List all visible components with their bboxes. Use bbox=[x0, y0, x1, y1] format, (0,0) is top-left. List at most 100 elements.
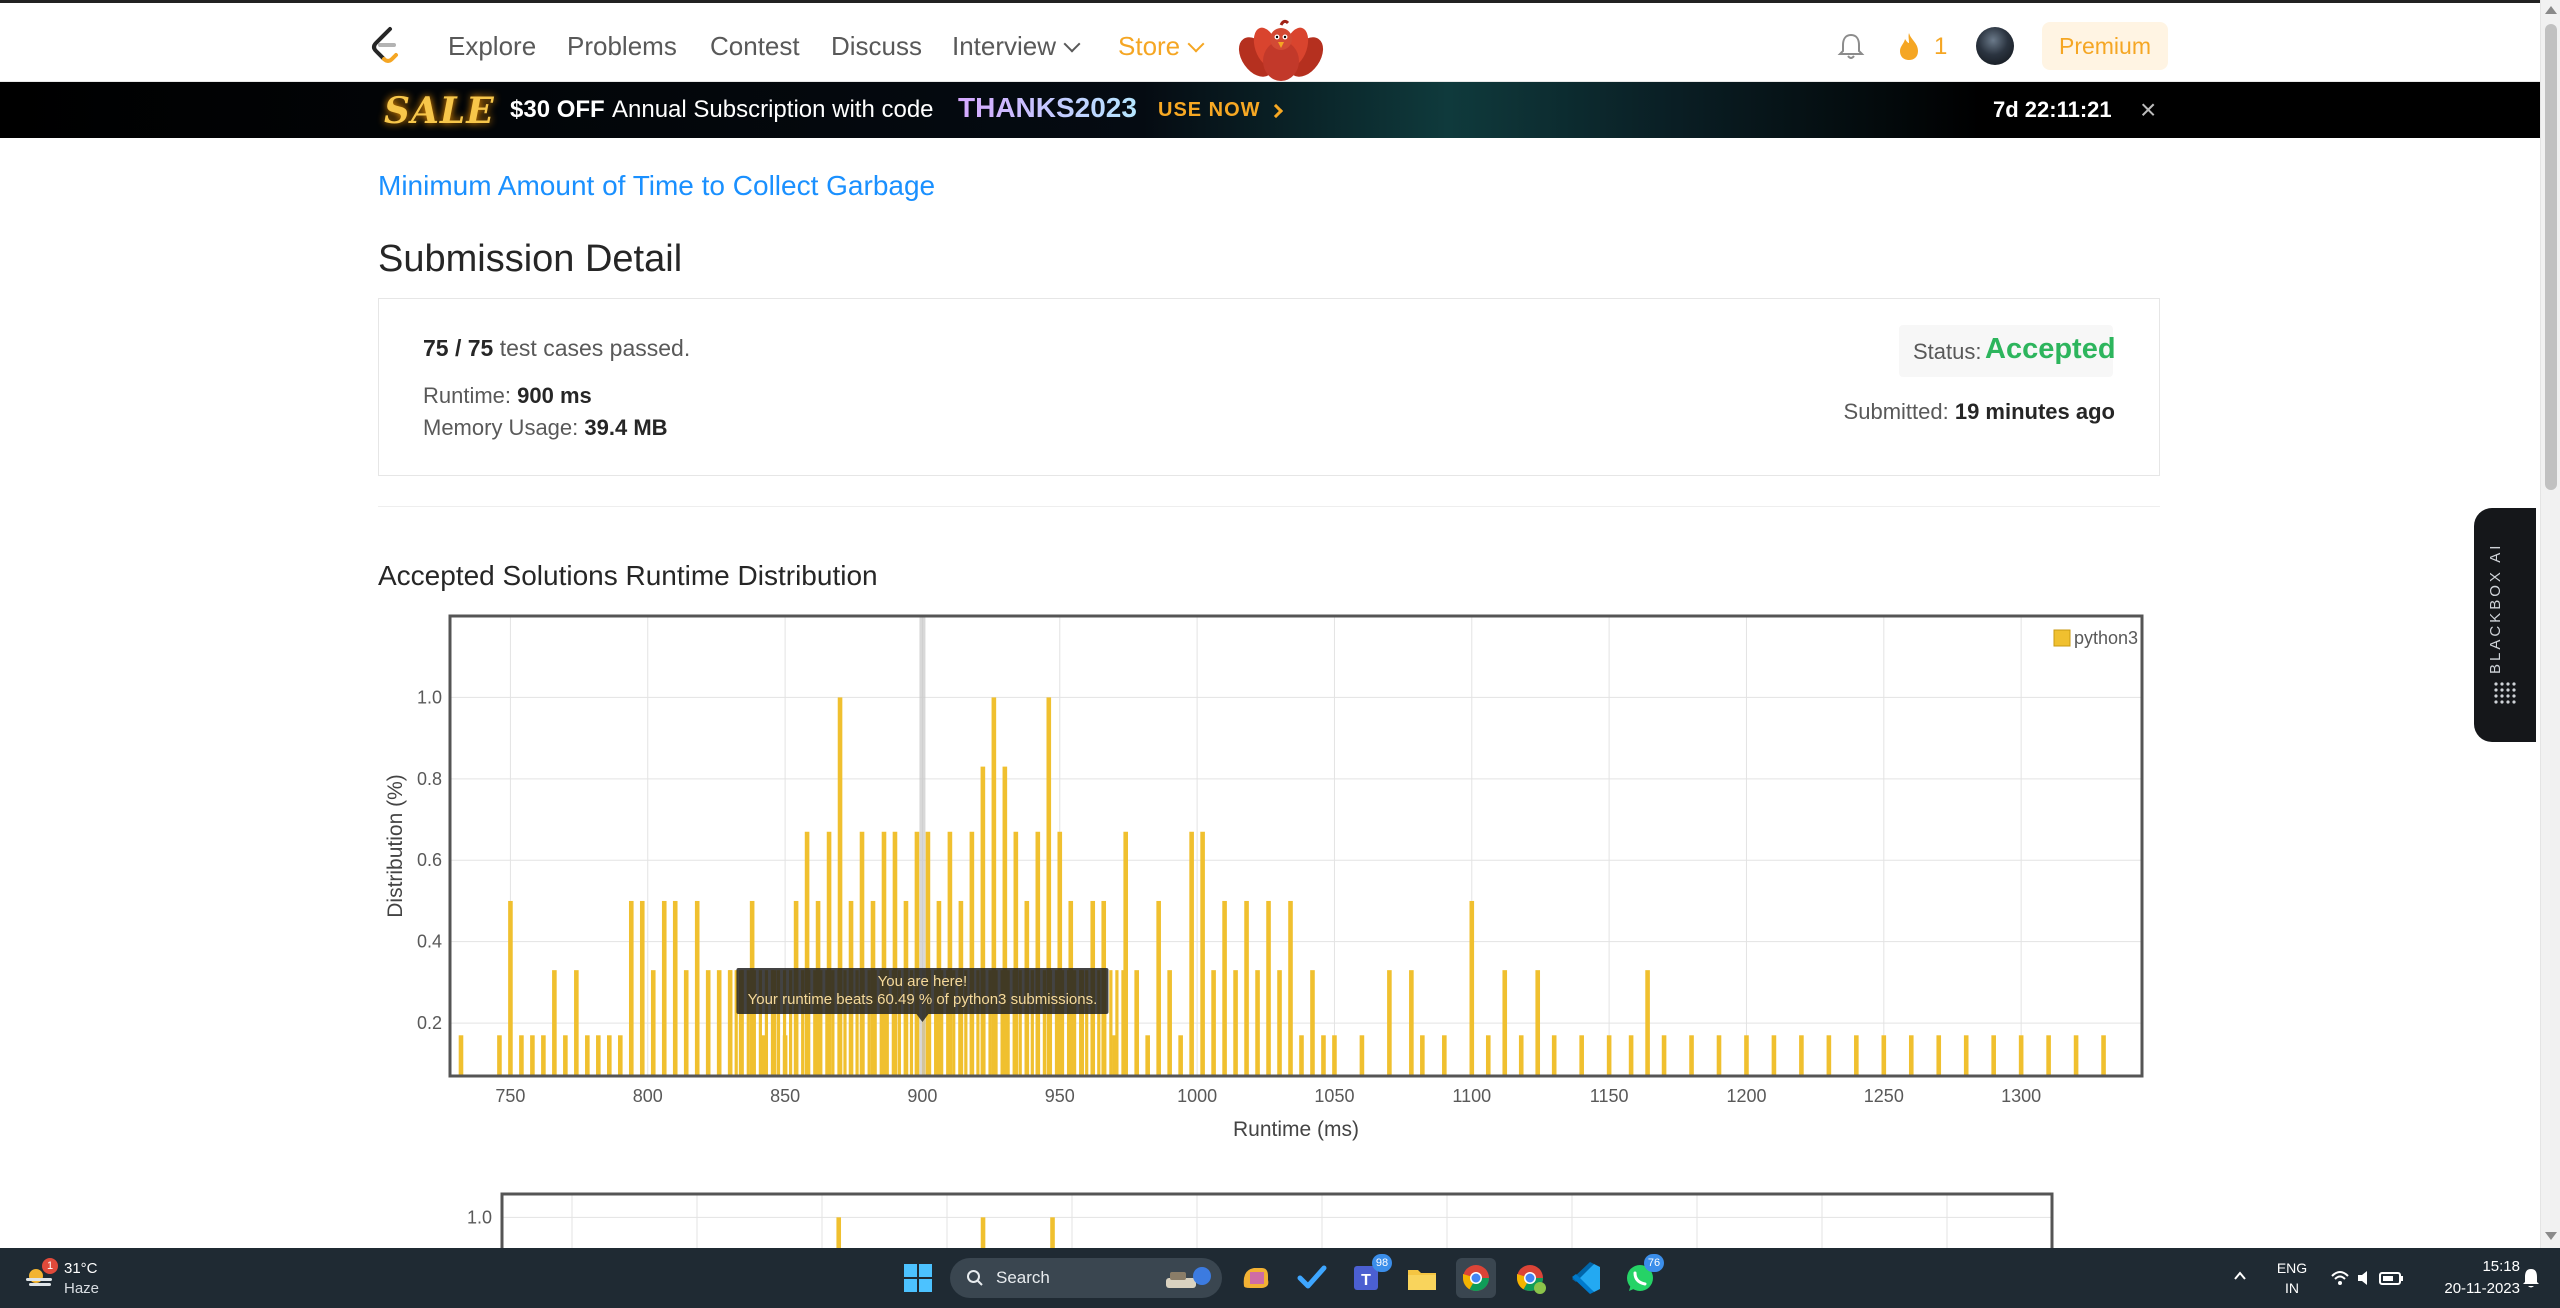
copilot-icon[interactable] bbox=[1236, 1258, 1276, 1298]
bar bbox=[1244, 900, 1249, 1076]
memory-distribution-chart[interactable]: 1.0 bbox=[440, 1186, 2056, 1248]
taskbar-search[interactable]: Search bbox=[950, 1258, 1222, 1298]
bar bbox=[2018, 1035, 2024, 1076]
bar bbox=[1321, 1035, 1326, 1076]
chrome-icon[interactable] bbox=[1456, 1258, 1496, 1298]
scroll-thumb[interactable] bbox=[2545, 24, 2557, 490]
bar bbox=[1606, 1035, 1612, 1076]
bar bbox=[1288, 900, 1293, 1076]
bar bbox=[1661, 1035, 1667, 1076]
whatsapp-app[interactable]: 76 bbox=[1620, 1254, 1664, 1298]
status-label: Status: bbox=[1913, 339, 1982, 364]
legend-swatch bbox=[2053, 629, 2071, 647]
weather-widget[interactable]: 1 31°C Haze bbox=[18, 1256, 128, 1300]
bar bbox=[1134, 970, 1139, 1076]
sale-description: Annual Subscription with code bbox=[612, 96, 934, 123]
top-navbar: Explore Problems Contest Discuss Intervi… bbox=[0, 0, 2540, 82]
system-tray-icons[interactable] bbox=[2328, 1266, 2408, 1290]
bar bbox=[1211, 970, 1216, 1076]
bar bbox=[1535, 970, 1541, 1076]
bar bbox=[1716, 1035, 1722, 1076]
notification-bell-icon[interactable] bbox=[2520, 1266, 2542, 1290]
language-region: IN bbox=[2285, 1280, 2299, 1296]
leetcode-logo-icon[interactable] bbox=[368, 25, 402, 65]
wifi-icon bbox=[2331, 1271, 2349, 1277]
bar bbox=[1518, 1035, 1524, 1076]
bar bbox=[1277, 970, 1282, 1076]
bar bbox=[694, 900, 700, 1076]
bar bbox=[1442, 1035, 1447, 1076]
submission-detail-card: 75 / 75 test cases passed. Runtime: 900 … bbox=[378, 298, 2160, 476]
bar bbox=[1826, 1035, 1832, 1076]
plot-area bbox=[450, 616, 2142, 1076]
nav-discuss[interactable]: Discuss bbox=[831, 31, 922, 62]
runtime-distribution-chart[interactable]: 750 800 850 900 950 1000 1050 1100 1150 1200 1250 1… bbox=[378, 600, 2160, 1160]
bar bbox=[508, 900, 513, 1076]
nav-problems[interactable]: Problems bbox=[567, 31, 677, 62]
bar bbox=[1222, 900, 1227, 1076]
page-title: Submission Detail bbox=[378, 238, 683, 280]
x-tick-label: 800 bbox=[633, 1086, 663, 1106]
taskbar-clock[interactable]: 15:18 20-11-2023 bbox=[2420, 1256, 2520, 1300]
windows-start-icon[interactable] bbox=[898, 1258, 938, 1298]
y-tick-label: 1.0 bbox=[467, 1207, 492, 1227]
bar bbox=[1628, 1035, 1634, 1076]
y-tick-label: 1.0 bbox=[417, 687, 442, 707]
nav-explore[interactable]: Explore bbox=[448, 31, 536, 62]
status-box: Status: Accepted bbox=[1899, 325, 2116, 377]
blackbox-ai-panel[interactable]: BLACKBOX AI bbox=[2474, 508, 2536, 742]
nav-store[interactable]: Store bbox=[1118, 31, 1205, 62]
vscode-icon[interactable] bbox=[1566, 1258, 1606, 1298]
chrome-profile-icon[interactable] bbox=[1510, 1258, 1550, 1298]
bar bbox=[650, 970, 656, 1076]
bar bbox=[1189, 831, 1194, 1076]
bar bbox=[1551, 1035, 1557, 1076]
avatar[interactable] bbox=[1976, 27, 2014, 65]
divider bbox=[378, 506, 2160, 507]
weather-condition: Haze bbox=[64, 1280, 100, 1297]
premium-button[interactable]: Premium bbox=[2042, 22, 2168, 70]
page-scrollbar[interactable] bbox=[2540, 0, 2560, 1248]
bar bbox=[1200, 831, 1205, 1076]
sale-banner[interactable]: SALE $30 OFF Annual Subscription with co… bbox=[0, 82, 2540, 138]
status-badge: Accepted bbox=[1985, 333, 2116, 365]
scroll-up-icon[interactable] bbox=[2545, 6, 2557, 14]
scroll-down-icon[interactable] bbox=[2545, 1232, 2557, 1240]
language-indicator[interactable]: ENG IN bbox=[2274, 1258, 2310, 1298]
svg-text:T: T bbox=[1361, 1272, 1371, 1289]
bar bbox=[716, 970, 722, 1076]
x-tick-label: 1000 bbox=[1177, 1086, 1217, 1106]
bell-icon[interactable] bbox=[1836, 31, 1866, 61]
sale-logo: SALE bbox=[384, 90, 495, 132]
bar bbox=[1485, 1035, 1491, 1076]
streak-counter[interactable]: 1 bbox=[1896, 29, 1956, 63]
x-tick-label: 1050 bbox=[1314, 1086, 1354, 1106]
nav-contest[interactable]: Contest bbox=[710, 31, 800, 62]
nav-interview[interactable]: Interview bbox=[952, 31, 1081, 62]
x-tick-label: 1200 bbox=[1726, 1086, 1766, 1106]
bar bbox=[1310, 970, 1315, 1076]
file-explorer-icon[interactable] bbox=[1402, 1258, 1442, 1298]
use-now-label: USE NOW bbox=[1158, 99, 1261, 121]
bar bbox=[683, 970, 689, 1076]
bar bbox=[1936, 1035, 1942, 1076]
bar bbox=[541, 1035, 546, 1076]
nav-store-label: Store bbox=[1118, 31, 1181, 61]
chevron-up-icon[interactable] bbox=[2232, 1268, 2248, 1284]
close-icon[interactable]: × bbox=[2140, 94, 2156, 126]
bar bbox=[1178, 1035, 1183, 1076]
search-icon bbox=[967, 1270, 983, 1286]
bar bbox=[2101, 1035, 2106, 1076]
use-now-link[interactable]: USE NOW bbox=[1158, 99, 1284, 122]
y-axis-label: Distribution (%) bbox=[384, 774, 407, 918]
test-cases-summary: 75 / 75 test cases passed. bbox=[423, 335, 690, 362]
memory-label: Memory Usage: bbox=[423, 415, 579, 440]
todo-icon[interactable] bbox=[1292, 1258, 1332, 1298]
teams-app[interactable]: T 98 bbox=[1348, 1254, 1392, 1298]
bar bbox=[1233, 970, 1238, 1076]
y-tick-label: 0.8 bbox=[417, 769, 442, 789]
bar bbox=[519, 1035, 524, 1076]
problem-title-link[interactable]: Minimum Amount of Time to Collect Garbag… bbox=[378, 170, 935, 202]
chevron-down-icon bbox=[1063, 35, 1081, 53]
bar bbox=[1881, 1035, 1887, 1076]
